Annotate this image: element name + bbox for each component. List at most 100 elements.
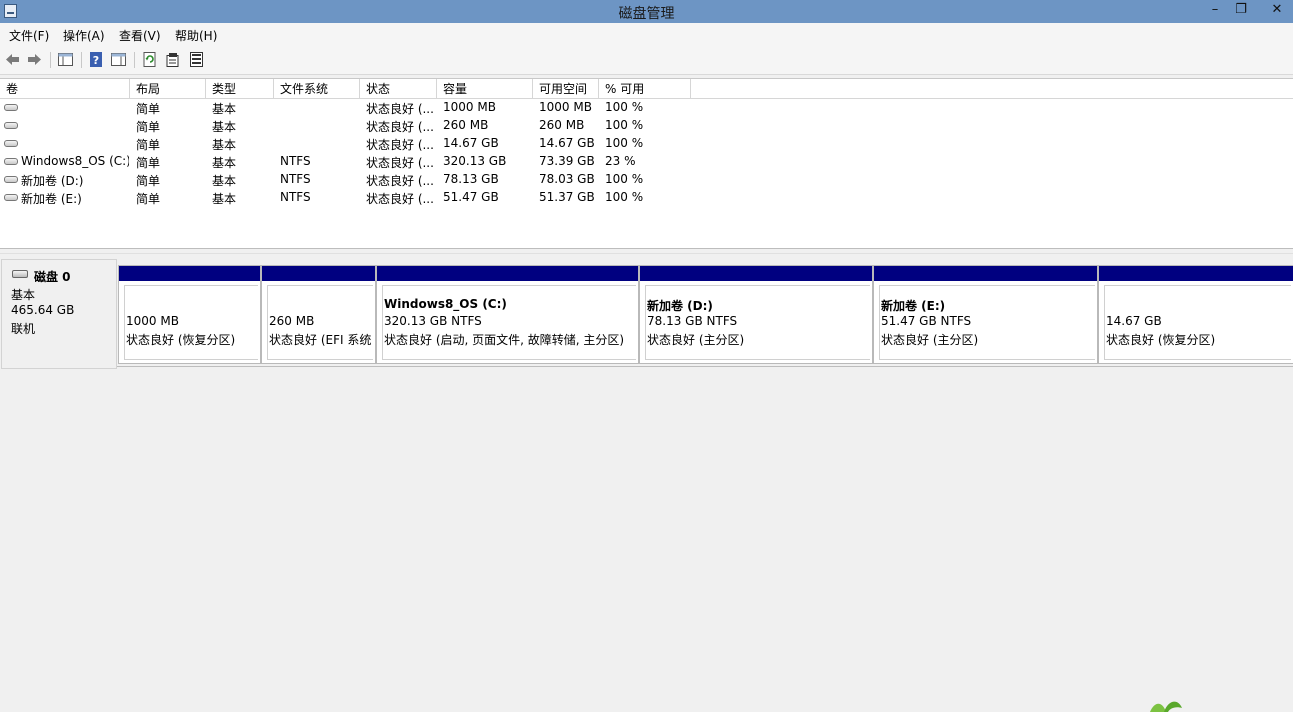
partition-d[interactable]: 新加卷 (D:) 78.13 GB NTFS 状态良好 (主分区)	[639, 265, 873, 364]
partition-efi[interactable]: 260 MB 状态良好 (EFI 系统	[261, 265, 376, 364]
partition-size: 1000 MB	[126, 314, 179, 328]
cell-filesystem: NTFS	[280, 190, 311, 204]
volume-icon	[4, 158, 18, 165]
partition-color-bar	[640, 266, 872, 281]
cell-free-space: 73.39 GB	[539, 154, 595, 168]
disk-size: 465.64 GB	[11, 303, 75, 317]
partition-color-bar	[119, 266, 260, 281]
export-list-icon[interactable]	[188, 51, 205, 68]
disk-graphical-view: 磁盘 0 基本 465.64 GB 联机 1000 MB 状态良好 (恢复分区)…	[0, 255, 1293, 710]
cell-percent-free: 100 %	[605, 136, 644, 150]
toolbar: ?	[0, 45, 1293, 75]
table-row[interactable]: Windows8_OS (C:) 简单 基本 NTFS 状态良好 (... 32…	[0, 153, 1293, 171]
column-header-layout[interactable]: 布局	[130, 79, 206, 99]
cell-layout: 简单	[136, 138, 161, 152]
column-header-free-space[interactable]: 可用空间	[533, 79, 599, 99]
menu-view[interactable]: 查看(V)	[119, 27, 161, 44]
back-icon[interactable]	[4, 51, 21, 68]
cell-layout: 简单	[136, 192, 161, 206]
partition-status: 状态良好 (恢复分区)	[1106, 333, 1216, 347]
table-row[interactable]: 简单 基本 状态良好 (... 14.67 GB 14.67 GB 100 %	[0, 135, 1293, 153]
cell-status: 状态良好 (...	[366, 192, 434, 206]
cell-free-space: 260 MB	[539, 118, 585, 132]
cell-type: 基本	[212, 156, 237, 170]
partition-c[interactable]: Windows8_OS (C:) 320.13 GB NTFS 状态良好 (启动…	[376, 265, 639, 364]
pane-splitter[interactable]	[0, 248, 1293, 254]
cell-type: 基本	[212, 120, 237, 134]
cell-volume: Windows8_OS (C:)	[21, 154, 129, 168]
disk-0-label[interactable]: 磁盘 0 基本 465.64 GB 联机	[1, 259, 117, 369]
cell-percent-free: 100 %	[605, 100, 644, 114]
column-header-capacity[interactable]: 容量	[437, 79, 533, 99]
volume-icon	[4, 140, 18, 147]
refresh-icon[interactable]	[141, 51, 158, 68]
cell-layout: 简单	[136, 156, 161, 170]
cell-status: 状态良好 (...	[366, 102, 434, 116]
cell-layout: 简单	[136, 120, 161, 134]
disk-name: 磁盘 0	[34, 270, 71, 284]
table-row[interactable]: 新加卷 (E:) 简单 基本 NTFS 状态良好 (... 51.47 GB 5…	[0, 189, 1293, 207]
partition-status: 状态良好 (主分区)	[647, 333, 745, 347]
cell-free-space: 51.37 GB	[539, 190, 595, 204]
title-bar: 磁盘管理 – ❐ ✕	[0, 0, 1293, 23]
cell-type: 基本	[212, 138, 237, 152]
volume-list: 卷 布局 类型 文件系统 状态 容量 可用空间 % 可用 简单 基本 状态良好 …	[0, 78, 1293, 249]
partition-color-bar	[1099, 266, 1293, 281]
menu-action[interactable]: 操作(A)	[63, 27, 105, 44]
table-row[interactable]: 新加卷 (D:) 简单 基本 NTFS 状态良好 (... 78.13 GB 7…	[0, 171, 1293, 189]
show-hide-tree-icon[interactable]	[57, 51, 74, 68]
toolbar-separator	[134, 52, 135, 68]
partition-color-bar	[262, 266, 375, 281]
cell-type: 基本	[212, 192, 237, 206]
column-header-filler	[691, 79, 1293, 99]
menu-bar: 文件(F) 操作(A) 查看(V) 帮助(H)	[0, 23, 1293, 45]
cell-capacity: 260 MB	[443, 118, 489, 132]
cell-capacity: 51.47 GB	[443, 190, 499, 204]
partition-status: 状态良好 (EFI 系统	[269, 333, 372, 347]
partition-label: 新加卷 (E:)	[881, 299, 946, 313]
column-header-status[interactable]: 状态	[360, 79, 437, 99]
partition-e[interactable]: 新加卷 (E:) 51.47 GB NTFS 状态良好 (主分区)	[873, 265, 1098, 364]
column-header-percent-free[interactable]: % 可用	[599, 79, 691, 99]
cell-type: 基本	[212, 102, 237, 116]
toolbar-separator	[50, 52, 51, 68]
menu-help[interactable]: 帮助(H)	[175, 27, 217, 44]
disk-type: 基本	[11, 288, 36, 302]
show-hide-action-pane-icon[interactable]	[110, 51, 127, 68]
column-header-filesystem[interactable]: 文件系统	[274, 79, 360, 99]
menu-file[interactable]: 文件(F)	[9, 27, 49, 44]
cell-layout: 简单	[136, 102, 161, 116]
cell-status: 状态良好 (...	[366, 156, 434, 170]
help-icon[interactable]: ?	[88, 51, 105, 68]
partition-label: Windows8_OS (C:)	[384, 297, 507, 311]
cell-capacity: 320.13 GB	[443, 154, 507, 168]
table-row[interactable]: 简单 基本 状态良好 (... 1000 MB 1000 MB 100 %	[0, 99, 1293, 117]
restore-button[interactable]: ❐	[1226, 0, 1256, 23]
volume-icon	[4, 122, 18, 129]
column-header-volume[interactable]: 卷	[0, 79, 130, 99]
partition-color-bar	[377, 266, 638, 281]
forward-icon[interactable]	[26, 51, 43, 68]
table-row[interactable]: 简单 基本 状态良好 (... 260 MB 260 MB 100 %	[0, 117, 1293, 135]
partition-size: 320.13 GB NTFS	[384, 314, 482, 328]
partition-recovery-1[interactable]: 1000 MB 状态良好 (恢复分区)	[118, 265, 261, 364]
volume-icon	[4, 194, 18, 201]
partition-status: 状态良好 (主分区)	[881, 333, 979, 347]
svg-text:?: ?	[93, 54, 99, 67]
cell-percent-free: 100 %	[605, 118, 644, 132]
cell-filesystem: NTFS	[280, 172, 311, 186]
volume-icon	[4, 104, 18, 111]
partition-recovery-2[interactable]: 14.67 GB 状态良好 (恢复分区)	[1098, 265, 1293, 364]
close-button[interactable]: ✕	[1262, 0, 1292, 23]
column-header-type[interactable]: 类型	[206, 79, 274, 99]
cell-status: 状态良好 (...	[366, 174, 434, 188]
partition-size: 78.13 GB NTFS	[647, 314, 738, 328]
cell-percent-free: 100 %	[605, 190, 644, 204]
cell-type: 基本	[212, 174, 237, 188]
properties-icon[interactable]	[164, 51, 181, 68]
disk-state: 联机	[11, 322, 36, 336]
partition-color-bar	[874, 266, 1097, 281]
toolbar-separator	[81, 52, 82, 68]
partition-status: 状态良好 (恢复分区)	[126, 333, 236, 347]
partition-size: 14.67 GB	[1106, 314, 1162, 328]
